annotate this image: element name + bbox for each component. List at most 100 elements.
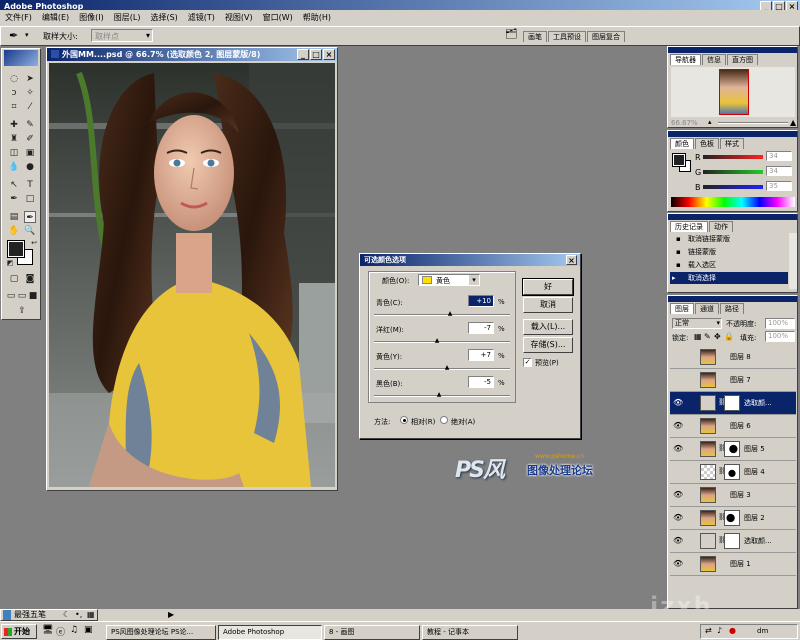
path-select-icon[interactable]: ↖ [8,179,20,191]
tab-styles[interactable]: 样式 [720,138,744,149]
doc-maximize-button[interactable]: □ [310,49,322,60]
taskbar-item-photoshop-active[interactable]: Adobe Photoshop [218,625,322,640]
history-item[interactable]: ▪ 链接蒙版 [670,246,788,258]
move-tool-icon[interactable]: ➤ [24,73,36,85]
channel-r-slider[interactable] [703,155,763,159]
layer-row-selected[interactable]: 👁 ⛓ 选取颜... [670,392,796,415]
eye-icon[interactable]: 👁 [673,535,683,547]
eye-icon[interactable]: 👁 [673,397,683,409]
layer-row[interactable]: 👁 ⛓ 图层 2 [670,507,796,530]
menu-filter[interactable]: 滤镜(T) [183,10,220,26]
canvas-photo[interactable] [49,63,335,487]
tab-info[interactable]: 信息 [702,54,726,65]
menu-select[interactable]: 选择(S) [145,10,182,26]
status-arrow-icon[interactable]: ▶ [168,610,174,619]
notes-tool-icon[interactable]: ▤ [8,211,20,223]
start-button[interactable]: 开始 [1,624,37,639]
pen-tool-icon[interactable]: ✒ [8,193,20,205]
zoom-in-icon[interactable]: ▲ [790,118,796,127]
history-brush-icon[interactable]: ✐ [24,133,36,145]
crop-tool-icon[interactable]: ⌗ [8,101,20,113]
taskbar-item-paint[interactable]: 8 - 画图 [324,625,420,640]
load-button[interactable]: 载入(L)... [523,319,573,335]
menu-view[interactable]: 视图(V) [220,10,258,26]
layer-row[interactable]: 👁 ⛓ 选取颜... [670,530,796,553]
tray-app-icon[interactable]: ● [729,626,736,635]
color-select[interactable]: 黄色 ▾ [418,274,480,286]
quicklaunch-desktop-icon[interactable]: 🖥 [42,625,53,635]
history-item[interactable]: ▪ 载入选区 [670,259,788,271]
well-tab-brushes[interactable]: 画笔 [523,31,547,42]
eraser-tool-icon[interactable]: ◫ [8,147,20,159]
swap-colors-icon[interactable]: ↩ [28,237,40,249]
eyedropper-icon[interactable]: ✒ [9,29,18,42]
lock-position-icon[interactable]: ✥ [714,332,721,341]
gradient-tool-icon[interactable]: ▣ [24,147,36,159]
blend-mode-select[interactable]: 正常 ▾ [672,318,722,329]
lasso-tool-icon[interactable]: ↄ [8,87,20,99]
lock-all-icon[interactable]: 🔒 [724,332,734,341]
black-input[interactable]: -5 [468,376,494,388]
menu-file[interactable]: 文件(F) [0,10,37,26]
tab-swatches[interactable]: 色板 [695,138,719,149]
well-tab-layer-comps[interactable]: 图层复合 [587,31,625,42]
magic-wand-icon[interactable]: ✧ [24,87,36,99]
hand-tool-icon[interactable]: ✋ [8,225,20,237]
quicklaunch-explorer-icon[interactable]: ▣ [84,625,93,635]
channel-g-slider[interactable] [703,170,763,174]
yellow-slider[interactable]: ▲ [374,365,510,371]
eye-icon[interactable]: 👁 [673,489,683,501]
tray-network-icon[interactable]: ⇄ [705,626,712,635]
tab-color[interactable]: 颜色 [670,138,694,149]
brush-tool-icon[interactable]: ✎ [24,119,36,131]
layer-row[interactable]: 👁 图层 1 [670,553,796,576]
tab-actions[interactable]: 动作 [709,221,733,232]
quicklaunch-ie-icon[interactable]: ⓔ [56,625,65,638]
tab-paths[interactable]: 路径 [720,303,744,314]
magenta-slider[interactable]: ▲ [374,338,510,344]
doc-minimize-button[interactable]: _ [297,49,309,60]
layer-row[interactable]: 👁 图层 3 [670,484,796,507]
absolute-radio[interactable] [440,416,448,424]
layer-row[interactable]: ⛓ 图层 4 [670,461,796,484]
cancel-button[interactable]: 取消 [523,297,573,313]
history-item[interactable]: ▪ 取消链接蒙版 [670,233,788,245]
channel-r-value[interactable]: 34 [766,151,792,161]
shape-tool-icon[interactable]: □ [24,193,36,205]
healing-brush-icon[interactable]: ✚ [8,119,20,131]
imageready-icon[interactable]: ⇪ [16,305,28,317]
quicklaunch-media-icon[interactable]: ♫ [70,625,78,635]
tray-volume-icon[interactable]: ♪ [717,626,722,635]
slider-knob-icon[interactable]: ▲ [447,311,453,317]
ime-bar[interactable]: 最强五笔 ☾ •, ▦ [0,609,98,621]
standard-mode-icon[interactable]: ▢ [8,273,20,285]
type-tool-icon[interactable]: T [24,179,36,191]
slider-knob-icon[interactable]: ▲ [444,365,450,371]
color-fg-swatch[interactable] [672,153,686,167]
dodge-tool-icon[interactable]: ● [24,161,36,173]
eye-icon[interactable]: 👁 [673,558,683,570]
visibility-off-icon[interactable] [673,374,683,386]
opacity-input[interactable]: 100% [765,318,795,329]
navigator-zoom-slider[interactable] [718,122,788,124]
save-button[interactable]: 存储(S)... [523,337,573,353]
tab-navigator[interactable]: 导航器 [670,54,701,65]
history-scrollbar[interactable] [789,233,797,289]
navigator-preview[interactable] [671,67,795,117]
file-browser-icon[interactable]: 🗂 [505,29,518,40]
doc-close-button[interactable]: × [323,49,335,60]
magenta-input[interactable]: -7 [468,322,494,334]
zoom-tool-icon[interactable]: 🔍 [24,225,36,237]
eye-icon[interactable]: 👁 [673,512,683,524]
eye-icon[interactable]: 👁 [673,420,683,432]
channel-b-slider[interactable] [703,185,763,189]
menu-window[interactable]: 窗口(W) [258,10,298,26]
clock[interactable]: dm [757,627,768,635]
menu-edit[interactable]: 编辑(E) [37,10,74,26]
keyboard-icon[interactable]: ▦ [87,610,95,619]
well-tab-tool-presets[interactable]: 工具预设 [548,31,586,42]
channel-b-value[interactable]: 35 [766,181,792,191]
quickmask-mode-icon[interactable]: ◙ [24,273,36,285]
layer-row[interactable]: 👁 ⛓ 图层 5 [670,438,796,461]
navigator-zoom-value[interactable]: 66.67% [671,119,698,127]
